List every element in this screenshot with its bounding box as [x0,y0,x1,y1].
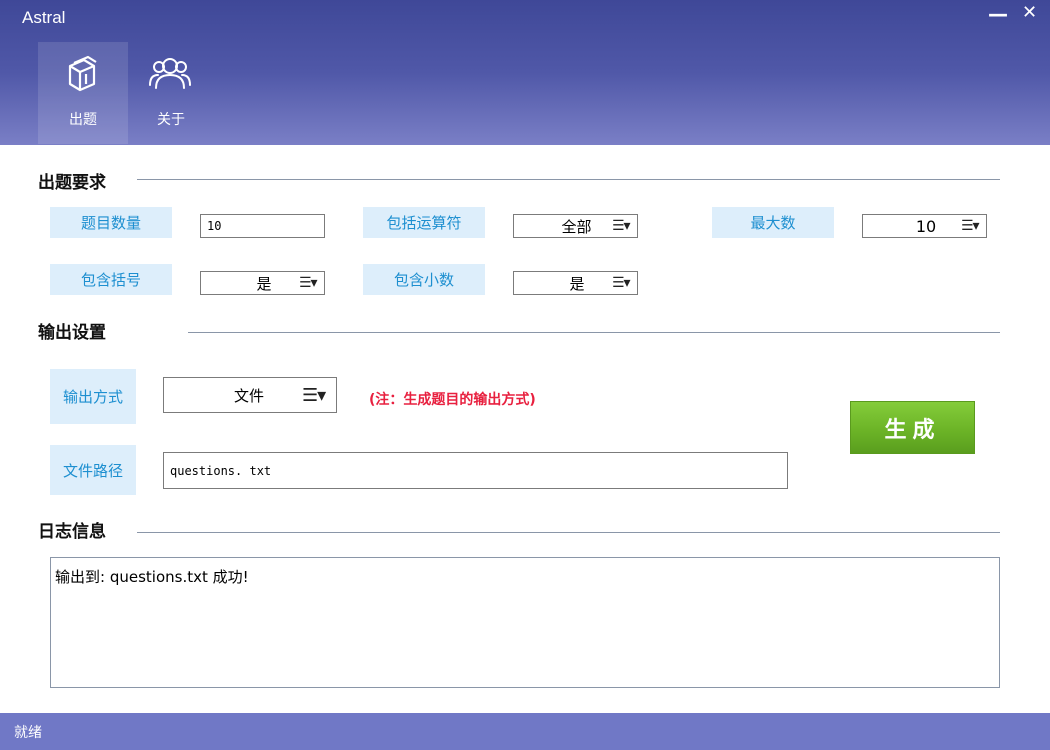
output-mode-select[interactable]: 文件 ☰▾ [163,377,337,413]
brackets-select[interactable]: 是 ☰▾ [200,271,325,295]
status-text: 就绪 [14,725,42,741]
chevron-down-icon: ☰▾ [612,275,631,291]
chevron-down-icon: ☰▾ [961,218,980,234]
log-textarea[interactable]: 输出到: questions.txt 成功! [50,557,1000,688]
chevron-down-icon: ☰▾ [299,275,318,291]
file-path-input[interactable] [163,452,788,489]
nav-item-questions[interactable]: 出题 [38,42,128,144]
output-divider [188,332,1000,333]
generate-button[interactable]: 生成 [850,401,975,454]
max-number-label: 最大数 [712,207,834,238]
output-note: (注：生成题目的输出方式) [369,392,536,408]
nav-label-about: 关于 [157,112,185,128]
nav-item-about[interactable]: 关于 [126,42,216,144]
close-button[interactable]: ✕ [1022,2,1037,23]
operators-select[interactable]: 全部 ☰▾ [513,214,638,238]
requirements-title: 出题要求 [38,173,106,193]
decimals-value: 是 [569,274,585,293]
status-bar: 就绪 [0,713,1050,750]
max-number-value: 10 [915,216,937,236]
minimize-button[interactable]: — [988,2,1008,26]
question-count-label: 题目数量 [50,207,172,238]
output-title: 输出设置 [38,323,106,343]
question-count-input[interactable] [200,214,325,238]
decimals-select[interactable]: 是 ☰▾ [513,271,638,295]
chevron-down-icon: ☰▾ [302,384,326,406]
output-mode-label: 输出方式 [50,369,136,424]
output-mode-value: 文件 [233,386,264,405]
operators-label: 包括运算符 [363,207,485,238]
brackets-label: 包含括号 [50,264,172,295]
cards-icon [68,55,97,92]
requirements-divider [137,179,1000,180]
file-path-label: 文件路径 [50,445,136,495]
title-header: Astral — ✕ 出题 关于 [0,0,1050,145]
log-divider [137,532,1000,533]
log-title: 日志信息 [38,522,106,542]
log-text: 输出到: questions.txt 成功! [55,568,249,586]
chevron-down-icon: ☰▾ [612,218,631,234]
app-title: Astral [22,8,66,27]
users-icon [149,58,191,89]
max-number-select[interactable]: 10 ☰▾ [862,214,987,238]
brackets-value: 是 [256,274,272,293]
decimals-label: 包含小数 [363,264,485,295]
nav-label-questions: 出题 [69,112,97,128]
operators-value: 全部 [561,217,592,236]
